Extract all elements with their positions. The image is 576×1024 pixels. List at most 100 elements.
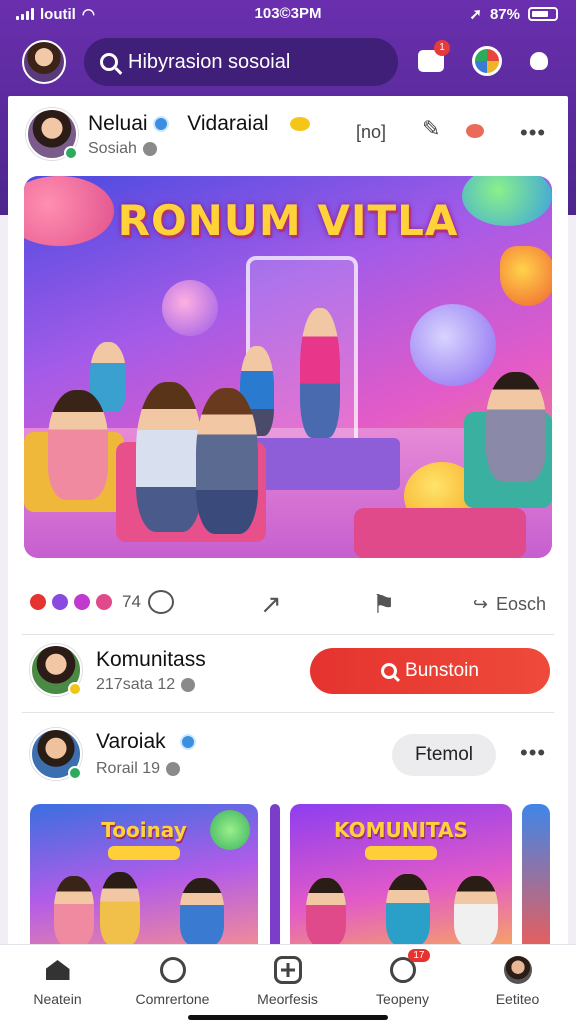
- home-icon: [43, 955, 73, 985]
- ghost-creature: [410, 304, 496, 386]
- friend-name-row[interactable]: Varoiak: [96, 730, 196, 754]
- platform-pink: [354, 508, 526, 558]
- author-name-second: Vidaraial: [187, 112, 269, 135]
- thumbnail-strip: Tooinay KOMUNITAS: [8, 802, 568, 944]
- author-name-row[interactable]: Neluai Vidaraial: [88, 112, 311, 136]
- nav-search[interactable]: Comrertone: [115, 955, 230, 1007]
- author-avatar[interactable]: [26, 108, 78, 160]
- share-icon: ↪: [472, 594, 488, 614]
- author-subtitle: Sosiah: [88, 140, 137, 157]
- action-label[interactable]: [no]: [356, 122, 386, 143]
- post-header: Neluai Vidaraial Sosiah [no] ✎ •••: [8, 96, 568, 170]
- search-icon: [381, 663, 398, 679]
- reaction-count: 74: [122, 592, 141, 611]
- nav-profile-label: Eetiteo: [495, 991, 540, 1007]
- check-icon: [142, 142, 157, 156]
- friend-meta-row: Rorail 19: [96, 760, 181, 778]
- edit-icon[interactable]: ✎: [422, 116, 440, 142]
- plus-icon: [273, 955, 303, 985]
- status-right: ➚ 87%: [469, 5, 558, 23]
- person-figure: [54, 876, 94, 944]
- community-name[interactable]: Komunitass: [96, 648, 206, 672]
- nav-profile[interactable]: Eetiteo: [460, 955, 575, 1007]
- repost-button[interactable]: ↗: [260, 590, 290, 620]
- person-figure: [100, 872, 140, 944]
- person-figure: [180, 878, 224, 944]
- feed-card: Neluai Vidaraial Sosiah [no] ✎ ••• RONUM…: [8, 96, 568, 944]
- community-meta: 217sata 12: [96, 676, 176, 693]
- person-figure: [136, 382, 202, 532]
- repost-icon: ↗: [260, 589, 282, 619]
- alien-icon: [530, 52, 548, 70]
- emoji-icon: [290, 117, 311, 132]
- community-row: Komunitass 217sata 12 Bunstoin: [8, 636, 568, 706]
- community-avatar[interactable]: [30, 644, 82, 696]
- star-shape: [500, 246, 552, 306]
- wow-react-icon: [72, 592, 92, 612]
- status-bar: loutil ◠ 103©3PM ➚ 87%: [0, 0, 576, 30]
- inbox-badge: 1: [434, 40, 450, 56]
- reaction-icon[interactable]: [466, 124, 484, 138]
- person-figure: [454, 876, 498, 944]
- inbox-button[interactable]: 1: [414, 40, 450, 78]
- nav-messages[interactable]: 17 Teopeny: [345, 949, 460, 1007]
- person-figure: [48, 390, 108, 500]
- home-indicator: [188, 1015, 388, 1020]
- comment-button[interactable]: [148, 590, 178, 620]
- bookmark-button[interactable]: ⚑: [372, 590, 402, 620]
- nav-create-label: Meorfesis: [257, 991, 318, 1007]
- location-icon: ➚: [469, 6, 482, 23]
- cute-creature: [162, 280, 218, 336]
- search-icon: [100, 53, 118, 71]
- friend-avatar[interactable]: [30, 728, 82, 780]
- nav-home[interactable]: Neatein: [0, 955, 115, 1007]
- thumbnail-banner: [365, 846, 437, 860]
- post-actions: 74 ↗ ⚑ ↪ Eosch: [8, 582, 568, 628]
- more-options-button[interactable]: •••: [520, 740, 546, 766]
- balloon-shape: [210, 810, 250, 850]
- divider: [22, 712, 554, 713]
- friend-row: Varoiak Rorail 19 Ftemol •••: [8, 720, 568, 796]
- message-badge: 17: [408, 949, 430, 962]
- friend-button[interactable]: Ftemol: [392, 734, 496, 776]
- compass-icon: [472, 46, 502, 76]
- nav-search-label: Comrertone: [135, 991, 210, 1007]
- thumbnail-divider: [270, 804, 280, 944]
- share-label: Eosch: [495, 594, 546, 614]
- thumbnail-card[interactable]: Tooinay: [30, 804, 258, 944]
- battery-percent: 87%: [489, 5, 520, 23]
- thumbnail-title: KOMUNITAS: [334, 818, 468, 842]
- profile-avatar-icon: [503, 955, 533, 985]
- search-circle-icon: [158, 955, 188, 985]
- join-button-label: Bunstoin: [405, 660, 479, 681]
- chat-icon: 17: [388, 949, 430, 985]
- person-figure: [196, 388, 258, 534]
- person-figure: [386, 874, 430, 944]
- author-name: Neluai: [88, 112, 148, 135]
- flag-icon: ⚑: [372, 589, 396, 619]
- search-input[interactable]: Hibyrasion sosoial: [84, 38, 398, 86]
- profile-menu-button[interactable]: [522, 44, 556, 78]
- online-badge: [68, 766, 82, 780]
- love-react-icon: [50, 592, 70, 612]
- battery-icon: [528, 7, 558, 21]
- share-button[interactable]: ↪ Eosch: [473, 594, 546, 615]
- top-nav: Hibyrasion sosoial 1: [0, 36, 576, 88]
- divider: [22, 634, 554, 635]
- thumbnail-card[interactable]: KOMUNITAS: [290, 804, 512, 944]
- reactions-summary[interactable]: 74: [28, 592, 141, 612]
- nav-messages-label: Teopeny: [376, 991, 429, 1007]
- community-meta-row: 217sata 12: [96, 676, 196, 694]
- nav-create[interactable]: Meorfesis: [230, 955, 345, 1007]
- user-avatar[interactable]: [22, 40, 66, 84]
- bottom-nav: Neatein Comrertone Meorfesis 17 Teopeny …: [0, 944, 576, 1024]
- more-options-button[interactable]: •••: [520, 120, 546, 146]
- thumbnail-banner: [108, 846, 180, 860]
- friend-name: Varoiak: [96, 730, 166, 753]
- join-button[interactable]: Bunstoin: [310, 648, 550, 694]
- explore-button[interactable]: [470, 44, 504, 78]
- thumbnail-card-partial[interactable]: [522, 804, 550, 944]
- post-image[interactable]: RONUM VITLA: [24, 176, 552, 558]
- verified-icon: [179, 734, 196, 751]
- info-icon: [166, 762, 181, 776]
